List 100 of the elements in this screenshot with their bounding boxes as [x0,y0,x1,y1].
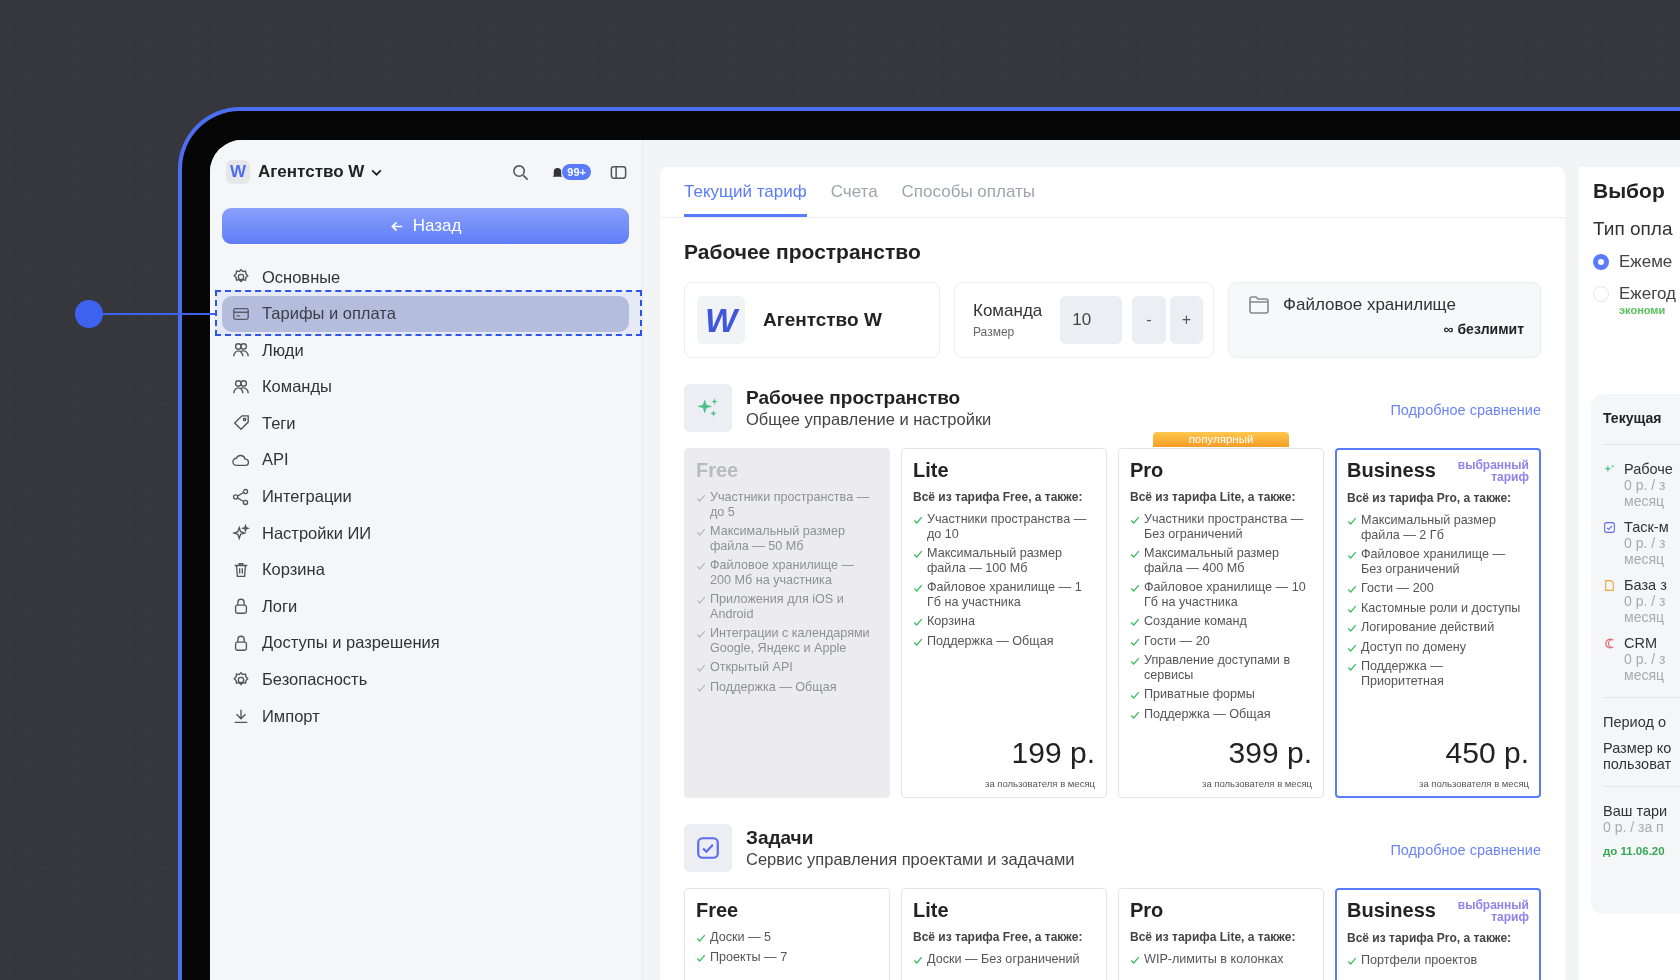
check-icon [1130,690,1140,700]
plan-feature: Поддержка — Приоритетная [1361,659,1445,688]
plan-feature: Поддержка — Общая [1144,706,1271,721]
nav-item[interactable]: Люди [222,332,629,369]
service-price: 0 р. / з [1624,593,1667,609]
plan-name: Business [1347,899,1436,922]
nav-item[interactable]: Корзина [222,551,629,588]
price-note: за пользователя в месяц [985,778,1095,789]
increment-button[interactable]: + [1169,296,1203,344]
team-size-unit: пользоват [1603,756,1673,772]
service-subtitle: Сервис управления проектами и задачами [746,850,1075,869]
plan-card[interactable] [1335,448,1541,798]
plan-feature: Доски — 5 [710,930,772,945]
service-name: База з [1624,577,1667,593]
plan-feature: Файловое хранилище — 1 Гб на участника [927,580,1083,609]
plan-feature: Создание команд [1144,614,1247,629]
checkbox-icon [1603,521,1616,534]
nav-item[interactable]: Настройки ИИ [222,515,629,552]
plan-feature: Максимальный размер файла — 400 Мб [1144,546,1281,575]
check-icon [1347,584,1357,594]
checkbox-icon [695,835,721,861]
plan-card[interactable]: Business выбранный тариф Всё из тарифа Pro, а также: Портфели проектов [1335,888,1541,980]
plan-subtitle: Всё из тарифа Pro, а также: [1347,491,1513,505]
plan-name: Pro [1130,459,1164,482]
check-icon [1347,550,1357,560]
plan-name: Lite [913,459,949,482]
plan-price: 399 р. [1228,736,1312,770]
summary-title: Текущая [1603,410,1680,445]
plan-feature: Участники пространства — до 10 [927,512,1088,541]
plan-feature: Портфели проектов [1361,953,1478,968]
workspace-logo: W [226,160,250,184]
price-note: за пользователя в месяц [1202,778,1312,789]
check-icon [1347,516,1357,526]
check-icon [913,583,923,593]
lock-icon [232,597,250,616]
service-title: Задачи [746,827,815,849]
plan-name: Lite [913,899,949,922]
check-icon [696,595,706,605]
nav-item[interactable]: Доступы и разрешения [222,624,629,661]
savings-note: экономи [1619,304,1667,316]
plan-card[interactable]: Free Доски — 5 Проекты — 7 [684,888,890,980]
check-icon [1130,709,1140,720]
nav-item[interactable]: Тарифы и оплата [222,295,629,332]
document-icon [1603,579,1616,592]
sparkle-icon [232,524,250,543]
plan-feature: Поддержка — Общая [927,633,1054,648]
check-icon [1347,662,1357,672]
plan-feature: Проекты — 7 [710,949,788,964]
check-icon [696,933,706,943]
popular-badge: популярный [1153,432,1289,447]
plan-feature: Гости — 20 [1144,633,1210,648]
plan-feature: Интеграции с календарями Google, Яндекс и Apple [710,626,871,655]
nav-item[interactable]: Безопасность [222,661,629,698]
plan-subtitle: Всё из тарифа Lite, а также: [1130,930,1297,944]
check-icon [913,955,923,965]
team-sublabel: Размер [973,325,1016,339]
plan-card[interactable]: Pro Всё из тарифа Lite, а также: WIP-лимиты в колонках [1118,888,1324,980]
panel-title: Выбор [1593,179,1666,203]
team-size-field[interactable]: 10 [1060,296,1123,344]
plan-card[interactable]: Lite Всё из тарифа Free, а также: Участники пространства — до 10 Максимальный размер файла — 100 Мб Файловое хранилище — 1 Гб на участника Корзина Поддержка — Общая 199 р. за пользователя в месяц [901,448,1107,798]
plan-card[interactable]: Lite Всё из тарифа Free, а также: Доски — Без ограничений [901,888,1107,980]
nav-item[interactable]: API [222,441,629,478]
plan-feature: Максимальный размер файла — 50 Мб [710,524,847,553]
plan-price: 450 р. [1445,736,1529,770]
nav-item[interactable]: Теги [222,405,629,442]
nav-item[interactable]: Команды [222,368,629,405]
plan-subtitle: Всё из тарифа Lite, а также: [1130,490,1297,504]
tab[interactable]: Текущий тариф [684,182,807,217]
plan-feature: Максимальный размер файла — 100 Мб [927,546,1064,575]
nav-item[interactable]: Импорт [222,698,629,735]
nav-item[interactable]: Основные [222,259,629,295]
workspace-switcher[interactable]: Агентство W [258,162,384,182]
decrement-button[interactable]: - [1132,296,1166,344]
radio-label: Ежегод [1619,284,1676,304]
check-icon [696,493,706,503]
search-icon[interactable] [511,162,531,182]
check-icon [1347,603,1357,614]
check-icon [1347,956,1357,966]
plan-subtitle: Всё из тарифа Pro, а также: [1347,931,1513,945]
nav-item[interactable]: Логи [222,588,629,625]
check-icon [696,682,706,693]
selected-plan-label: выбранный тариф [1457,459,1529,483]
service-period: месяц [1624,667,1665,683]
service-period: месяц [1624,493,1665,509]
plan-feature: Участники пространства — Без ограничений [1144,512,1305,541]
check-icon [913,549,923,559]
plan-feature: Приложения для iOS и Android [710,592,845,621]
service-price: 0 р. / з [1624,535,1667,551]
radio-button[interactable] [1593,254,1609,270]
nav-item[interactable]: Интеграции [222,478,629,515]
check-icon [696,561,706,571]
plan-name: Free [696,899,739,922]
service-subtitle: Общее управление и настройки [746,410,992,429]
check-icon [913,617,923,627]
tag-icon [232,414,250,433]
plan-subtitle: Всё из тарифа Free, а также: [913,490,1084,504]
selected-plan-label: выбранный тариф [1457,899,1529,923]
plan-feature: Кастомные роли и доступы [1361,600,1521,615]
workspace-name: Агентство W [763,309,882,331]
service-name: CRM [1624,635,1659,651]
